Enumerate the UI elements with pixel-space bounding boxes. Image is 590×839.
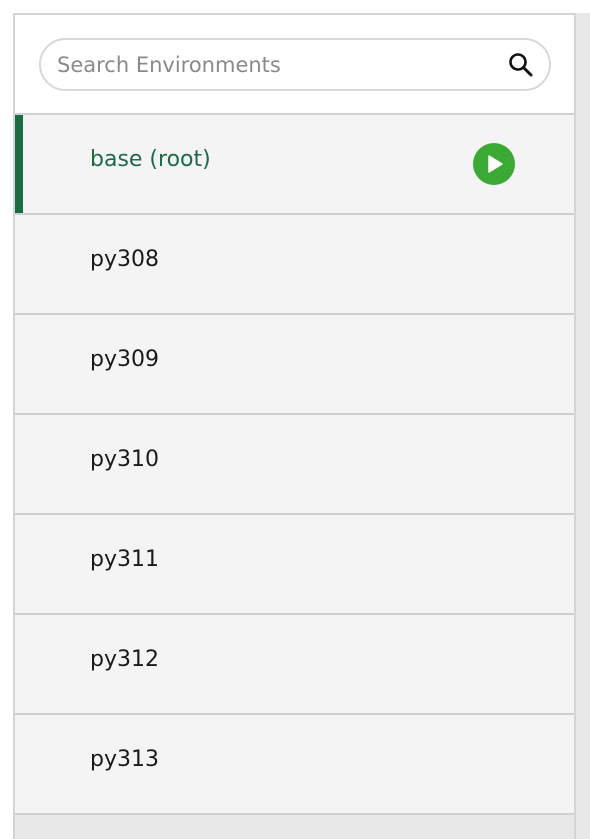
search-area [15,15,574,115]
environment-label: base (root) [90,147,211,172]
environment-item-py309[interactable]: py309 [15,315,574,415]
environment-item-py313[interactable]: py313 [15,715,574,815]
environment-label: py311 [90,547,159,572]
environments-panel: base (root) py308 py309 py310 py311 py31… [13,13,576,839]
play-icon[interactable] [473,143,515,185]
environment-item-base-root[interactable]: base (root) [15,115,574,215]
environment-label: py313 [90,747,159,772]
scrollbar-track[interactable] [576,13,590,839]
environment-label: py308 [90,247,159,272]
environment-item-py312[interactable]: py312 [15,615,574,715]
environment-label: py310 [90,447,159,472]
environment-item-py310[interactable]: py310 [15,415,574,515]
environment-label: py309 [90,347,159,372]
environment-item-py311[interactable]: py311 [15,515,574,615]
list-footer [15,815,574,839]
active-indicator [15,115,23,213]
environment-item-py308[interactable]: py308 [15,215,574,315]
environment-list: base (root) py308 py309 py310 py311 py31… [15,115,574,839]
search-input[interactable] [41,40,493,89]
search-box [39,38,551,91]
search-icon[interactable] [493,40,549,89]
environment-label: py312 [90,647,159,672]
